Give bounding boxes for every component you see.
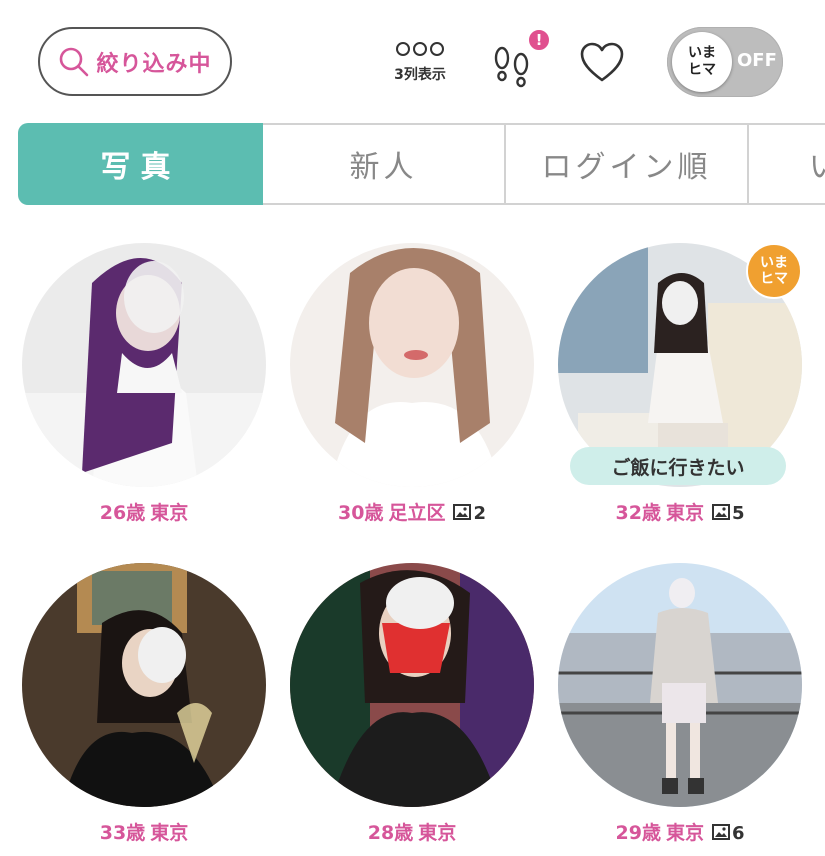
image-icon [453,504,472,520]
profile-age: 29歳 [615,822,661,844]
tab-login-order[interactable]: ログイン順 [506,123,749,205]
image-icon [711,504,730,520]
profile-card[interactable]: 26歳 東京 [20,243,288,533]
imahima-badge: いま ヒマ [746,243,802,299]
profile-photo [22,563,266,807]
photo-count: 5 [711,503,745,524]
profile-caption: 30歳 足立区 2 [288,498,536,525]
profile-card[interactable]: 33歳 東京 [20,563,288,853]
profile-city: 東京 [665,822,704,844]
profile-card[interactable]: 28歳 東京 [288,563,556,853]
three-column-icon [396,42,444,56]
heart-icon [580,42,624,82]
profile-caption: 32歳 東京 5 [556,498,804,525]
profile-city: 東京 [150,502,189,524]
profile-card[interactable]: いま ヒマ ご飯に行きたい 32歳 東京 5 [556,243,824,533]
tab-new[interactable]: 新人 [263,123,506,205]
imahima-toggle[interactable]: いま ヒマ OFF [667,27,783,97]
footprints-button[interactable]: ! [488,28,560,90]
profile-age: 30歳 [338,502,384,524]
profile-photo [22,243,266,487]
photo-count-value: 5 [731,503,745,524]
filter-label: 絞り込み中 [96,51,212,77]
favorites-button[interactable] [580,42,624,84]
profile-city: 東京 [418,822,457,844]
profile-age: 26歳 [99,502,146,524]
profile-caption: 26歳 東京 [20,498,268,525]
profile-caption: 28歳 東京 [288,818,536,845]
photo-count-value: 2 [473,503,486,524]
profile-card[interactable]: 30歳 足立区 2 [288,243,556,533]
toggle-state: OFF [737,50,777,71]
sort-tabs: 写真 新人 ログイン順 い [18,123,825,205]
profile-caption: 29歳 東京 6 [556,818,804,845]
tab-partial[interactable]: い [749,123,825,205]
toggle-knob-label: いま ヒマ [672,32,732,92]
profile-city: 東京 [150,822,189,844]
photo-count: 2 [453,503,486,524]
image-icon [711,824,730,840]
profile-city: 足立区 [388,502,446,524]
layout-label: 3列表示 [394,67,446,83]
profile-age: 32歳 [615,502,661,524]
profile-age: 28歳 [367,822,414,844]
profile-photo [558,563,802,807]
photo-count-value: 6 [731,823,745,844]
profile-photo [290,243,534,487]
search-icon [60,47,89,76]
profile-message: ご飯に行きたい [570,447,786,485]
footprints-icon [494,46,529,88]
profile-card[interactable]: 29歳 東京 6 [556,563,824,853]
profile-age: 33歳 [99,822,146,844]
profile-city: 東京 [665,502,704,524]
filter-button[interactable]: 絞り込み中 [38,27,232,96]
layout-toggle-button[interactable]: 3列表示 [384,38,456,94]
photo-count: 6 [711,823,745,844]
notification-badge: ! [527,28,551,52]
profile-photo [290,563,534,807]
tab-photo[interactable]: 写真 [18,123,263,205]
profile-caption: 33歳 東京 [20,818,268,845]
